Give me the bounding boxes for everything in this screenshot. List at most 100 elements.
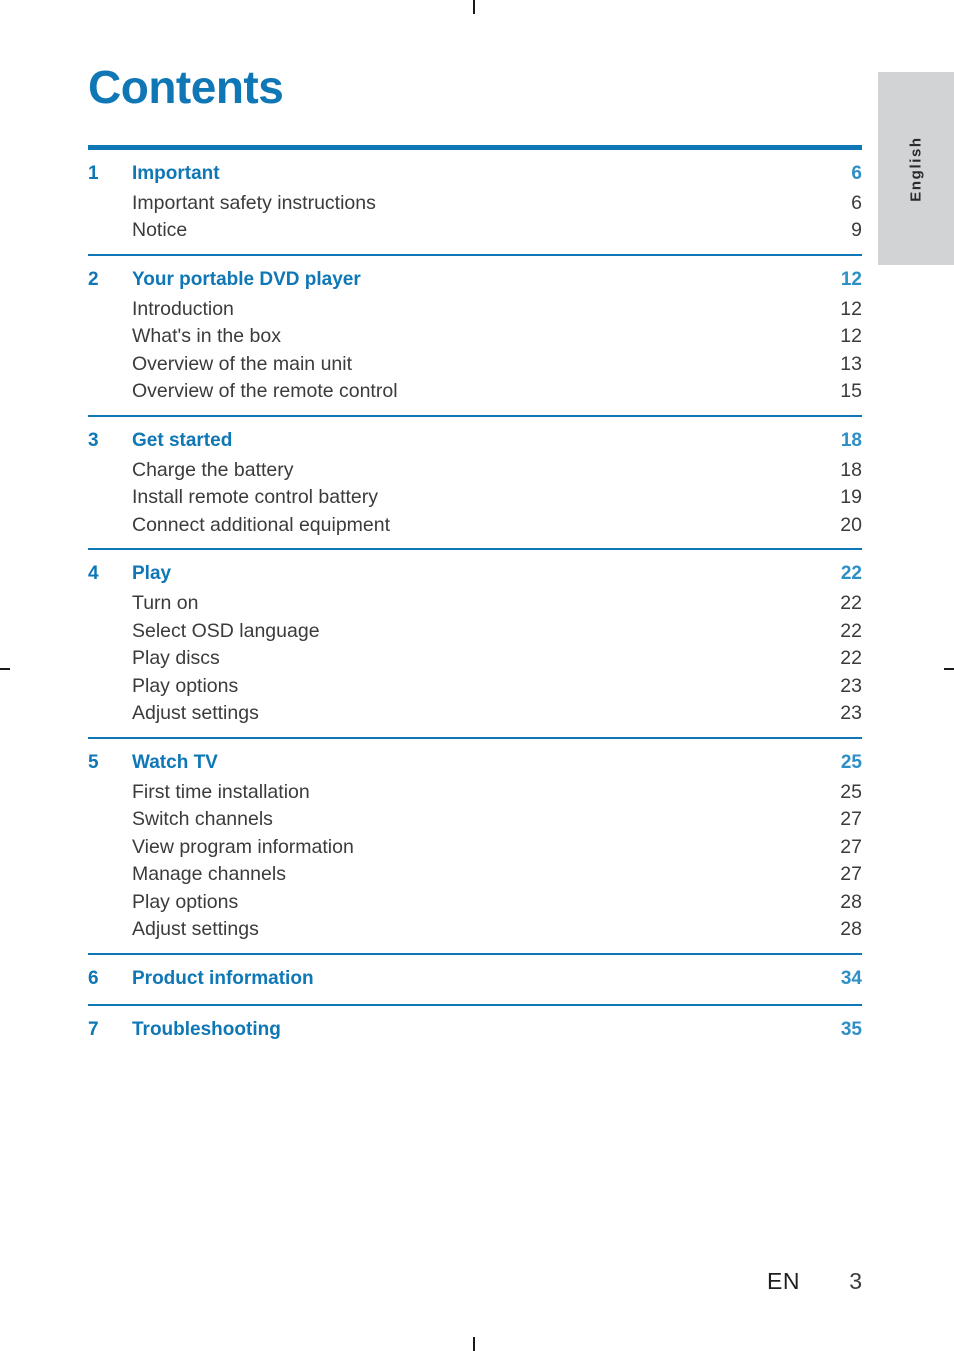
toc-entry-page-number: 22 (840, 592, 862, 615)
toc-section-number: 6 (88, 967, 99, 989)
toc-section-heading[interactable]: 2 Your portable DVD player 12 (88, 263, 862, 292)
toc-entry[interactable]: Introduction 12 (88, 292, 862, 320)
toc-section-number: 2 (88, 268, 99, 290)
toc-section-heading[interactable]: 4 Play 22 (88, 557, 862, 586)
toc-entry-page-number: 18 (840, 458, 862, 481)
toc-entry-page-number: 19 (840, 486, 862, 509)
toc-entry-page-number: 12 (840, 297, 862, 320)
toc-section-page-number: 6 (851, 162, 862, 184)
toc-entry-title: Play options (132, 674, 239, 697)
footer-language-code: EN (767, 1268, 800, 1294)
toc-entry[interactable]: What's in the box 12 (88, 319, 862, 347)
footer-page-number: 3 (849, 1268, 862, 1294)
toc-entry[interactable]: Select OSD language 22 (88, 614, 862, 642)
toc-section-number: 4 (88, 563, 99, 585)
toc-entry-title: Adjust settings (132, 918, 259, 941)
toc-entry-page-number: 13 (840, 352, 862, 375)
toc-entry[interactable]: Adjust settings 23 (88, 696, 862, 724)
toc-entry[interactable]: Charge the battery 18 (88, 453, 862, 481)
toc-entry-page-number: 20 (840, 513, 862, 536)
crop-mark-left (0, 668, 10, 670)
toc-section: 3 Get started 18 Charge the battery 18 Instal… (88, 417, 862, 549)
toc-page: Contents 1 Important 6 Important safety ins… (88, 0, 862, 1055)
toc-entry[interactable]: Connect additional equipment 20 (88, 508, 862, 536)
toc-section-title: Important (132, 162, 220, 184)
toc-entry-page-number: 9 (851, 219, 862, 242)
toc-section-title: Play (132, 563, 172, 585)
toc-entry-title: Adjust settings (132, 702, 259, 725)
toc-section-page-number: 12 (840, 268, 862, 290)
toc-entry-page-number: 27 (840, 835, 862, 858)
toc-entry-title: Select OSD language (132, 619, 320, 642)
toc-section-number: 3 (88, 429, 99, 451)
toc-entry-title: Play discs (132, 647, 220, 670)
toc-entry-title: Introduction (132, 297, 234, 320)
toc-entry[interactable]: Overview of the remote control 15 (88, 374, 862, 402)
toc-section-title: Your portable DVD player (132, 268, 361, 290)
page-footer: EN 3 (0, 1268, 862, 1295)
toc-entry[interactable]: Play options 23 (88, 669, 862, 697)
toc-entry-page-number: 23 (840, 702, 862, 725)
toc-entry-page-number: 28 (840, 890, 862, 913)
toc-entry-title: Overview of the main unit (132, 352, 353, 375)
crop-mark-right (944, 668, 954, 670)
toc-section-heading[interactable]: 7 Troubleshooting 35 (88, 1013, 862, 1042)
toc-section-page-number: 18 (840, 429, 862, 451)
toc-entry-page-number: 22 (840, 619, 862, 642)
toc-entry[interactable]: Install remote control battery 19 (88, 480, 862, 508)
toc-entry-page-number: 6 (851, 191, 862, 214)
toc-list: 1 Important 6 Important safety instructions… (88, 150, 862, 1055)
toc-section-page-number: 22 (840, 563, 862, 585)
toc-section-page-number: 34 (840, 967, 862, 989)
toc-section-number: 7 (88, 1018, 99, 1040)
toc-entry-title: Important safety instructions (132, 191, 376, 214)
toc-entry[interactable]: Notice 9 (88, 213, 862, 241)
toc-entry-page-number: 15 (840, 380, 862, 403)
crop-mark-bottom (473, 1337, 475, 1351)
toc-entry-title: Switch channels (132, 808, 273, 831)
toc-section-page-number: 25 (840, 751, 862, 773)
toc-entry[interactable]: Overview of the main unit 13 (88, 347, 862, 375)
language-side-tab-label: English (907, 135, 925, 202)
toc-entry[interactable]: Play discs 22 (88, 641, 862, 669)
toc-section: 6 Product information 34 (88, 955, 862, 1004)
toc-entry[interactable]: Manage channels 27 (88, 857, 862, 885)
toc-entry[interactable]: First time installation 25 (88, 775, 862, 803)
toc-entry[interactable]: Important safety instructions 6 (88, 186, 862, 214)
toc-section-heading[interactable]: 5 Watch TV 25 (88, 746, 862, 775)
toc-section: 5 Watch TV 25 First time installation 25 Swit… (88, 739, 862, 953)
toc-entry-page-number: 12 (840, 325, 862, 348)
toc-section: 7 Troubleshooting 35 (88, 1006, 862, 1055)
toc-entry-title: Charge the battery (132, 458, 294, 481)
toc-entry-title: What's in the box (132, 325, 281, 348)
toc-entry-title: View program information (132, 835, 354, 858)
toc-section-number: 5 (88, 751, 99, 773)
toc-entry-title: Connect additional equipment (132, 513, 391, 536)
toc-entry[interactable]: Turn on 22 (88, 586, 862, 614)
toc-entry-page-number: 27 (840, 808, 862, 831)
toc-entry-page-number: 23 (840, 674, 862, 697)
toc-entry-page-number: 25 (840, 780, 862, 803)
toc-section-heading[interactable]: 3 Get started 18 (88, 424, 862, 453)
toc-entry-page-number: 27 (840, 863, 862, 886)
toc-section-page-number: 35 (840, 1018, 862, 1040)
toc-entry[interactable]: View program information 27 (88, 830, 862, 858)
toc-entry-title: Manage channels (132, 863, 286, 886)
toc-section-title: Troubleshooting (132, 1018, 281, 1040)
toc-section: 4 Play 22 Turn on 22 Select OSD language 22 Pla… (88, 550, 862, 737)
toc-section-heading[interactable]: 1 Important 6 (88, 157, 862, 186)
toc-entry[interactable]: Switch channels 27 (88, 802, 862, 830)
toc-section-title: Watch TV (132, 751, 218, 773)
toc-entry-page-number: 22 (840, 647, 862, 670)
toc-section-title: Product information (132, 967, 314, 989)
toc-section-heading[interactable]: 6 Product information 34 (88, 962, 862, 991)
toc-entry-title: Play options (132, 890, 239, 913)
toc-entry[interactable]: Adjust settings 28 (88, 912, 862, 940)
toc-section: 2 Your portable DVD player 12 Introduction 1… (88, 256, 862, 415)
page-title: Contents (88, 61, 284, 113)
toc-entry-title: First time installation (132, 780, 310, 803)
toc-entry[interactable]: Play options 28 (88, 885, 862, 913)
toc-entry-title: Turn on (132, 592, 199, 615)
toc-section-title: Get started (132, 429, 233, 451)
toc-entry-title: Overview of the remote control (132, 380, 398, 403)
